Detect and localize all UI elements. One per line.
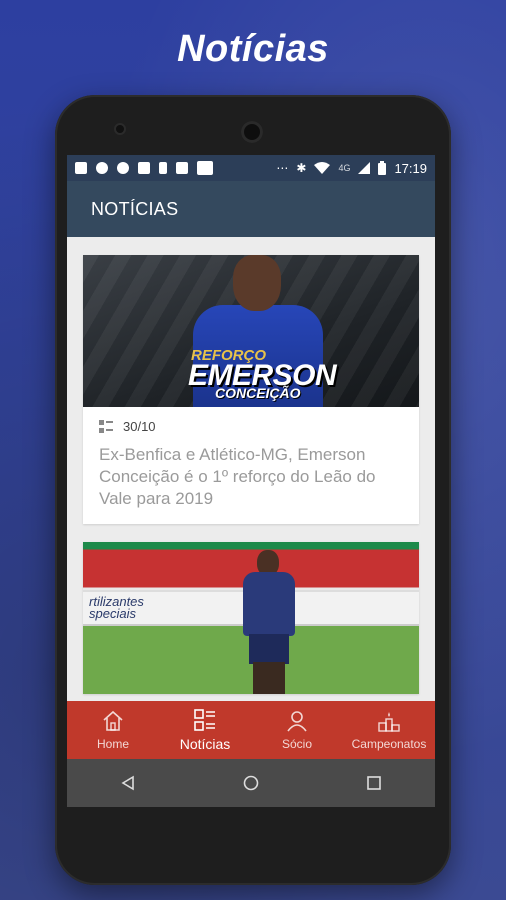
circle-home-icon bbox=[243, 775, 259, 791]
nav-item-campeonatos[interactable]: Campeonatos bbox=[343, 701, 435, 759]
gif-icon bbox=[138, 162, 150, 174]
status-bar: ⋯ ✱ 4G 17:19 bbox=[67, 155, 435, 181]
player-legs bbox=[253, 662, 285, 694]
player-photo bbox=[243, 550, 295, 694]
nav-label-socio: Sócio bbox=[281, 737, 313, 751]
person-icon bbox=[159, 162, 167, 174]
news-image: rtilizantes speciais bbox=[83, 542, 419, 694]
podium-icon bbox=[378, 712, 400, 732]
home-icon bbox=[103, 710, 123, 731]
clock: 17:19 bbox=[394, 160, 427, 176]
promo-title: Notícias bbox=[177, 28, 329, 70]
nav-label-noticias: Notícias bbox=[179, 736, 231, 752]
system-navigation bbox=[67, 759, 435, 807]
network-type: 4G bbox=[338, 163, 351, 173]
signal-icon bbox=[358, 162, 371, 174]
news-card[interactable]: rtilizantes speciais bbox=[83, 542, 419, 694]
image-icon bbox=[176, 162, 188, 174]
hand-icon bbox=[117, 162, 129, 174]
user-icon bbox=[287, 711, 307, 732]
recents-icon bbox=[366, 776, 381, 790]
back-button[interactable] bbox=[113, 768, 143, 798]
back-icon bbox=[121, 775, 135, 791]
status-notification-icons bbox=[75, 161, 213, 175]
news-list[interactable]: REFORÇO EMERSON CONCEIÇÃO 30/10 Ex-Benfi… bbox=[67, 237, 435, 701]
ad-text: rtilizantes speciais bbox=[89, 594, 144, 621]
camera-icon bbox=[116, 125, 124, 133]
wifi-icon bbox=[314, 162, 331, 174]
player-shirt bbox=[243, 572, 295, 636]
bottom-navigation: Home Notícias Sócio Campeonatos bbox=[67, 701, 435, 759]
battery-icon bbox=[378, 161, 387, 175]
news-card[interactable]: REFORÇO EMERSON CONCEIÇÃO 30/10 Ex-Benfi… bbox=[83, 255, 419, 524]
player-head bbox=[233, 255, 281, 311]
nav-label-home: Home bbox=[96, 737, 129, 751]
bluetooth-icon: ✱ bbox=[296, 161, 307, 175]
nav-item-home[interactable]: Home bbox=[67, 701, 159, 759]
square-icon bbox=[197, 161, 213, 175]
player-shorts bbox=[249, 634, 289, 664]
news-icon bbox=[194, 709, 215, 731]
news-title[interactable]: Ex-Benfica e Atlético-MG, Emerson Concei… bbox=[83, 434, 419, 524]
speaker-icon bbox=[241, 121, 263, 143]
screen: ⋯ ✱ 4G 17:19 NOTÍCIAS REFORÇO EMERSON CO… bbox=[67, 155, 435, 807]
app-bar: NOTÍCIAS bbox=[67, 181, 435, 237]
nav-label-campeonatos: Campeonatos bbox=[351, 737, 427, 751]
news-date: 30/10 bbox=[123, 419, 156, 434]
home-system-button[interactable] bbox=[236, 768, 266, 798]
phone-frame: ⋯ ✱ 4G 17:19 NOTÍCIAS REFORÇO EMERSON CO… bbox=[55, 95, 451, 885]
more-icon: ⋯ bbox=[276, 161, 289, 175]
news-meta: 30/10 bbox=[83, 407, 419, 434]
status-system-icons: ⋯ ✱ 4G 17:19 bbox=[276, 161, 427, 176]
recents-button[interactable] bbox=[359, 768, 389, 798]
notification-icon bbox=[75, 162, 87, 174]
news-image: REFORÇO EMERSON CONCEIÇÃO bbox=[83, 255, 419, 407]
nav-item-noticias[interactable]: Notícias bbox=[159, 701, 251, 759]
soccer-ball-icon bbox=[96, 162, 108, 174]
image-label-surname: CONCEIÇÃO bbox=[215, 385, 301, 401]
nav-item-socio[interactable]: Sócio bbox=[251, 701, 343, 759]
app-bar-title: NOTÍCIAS bbox=[91, 198, 179, 219]
calendar-list-icon bbox=[99, 419, 113, 434]
